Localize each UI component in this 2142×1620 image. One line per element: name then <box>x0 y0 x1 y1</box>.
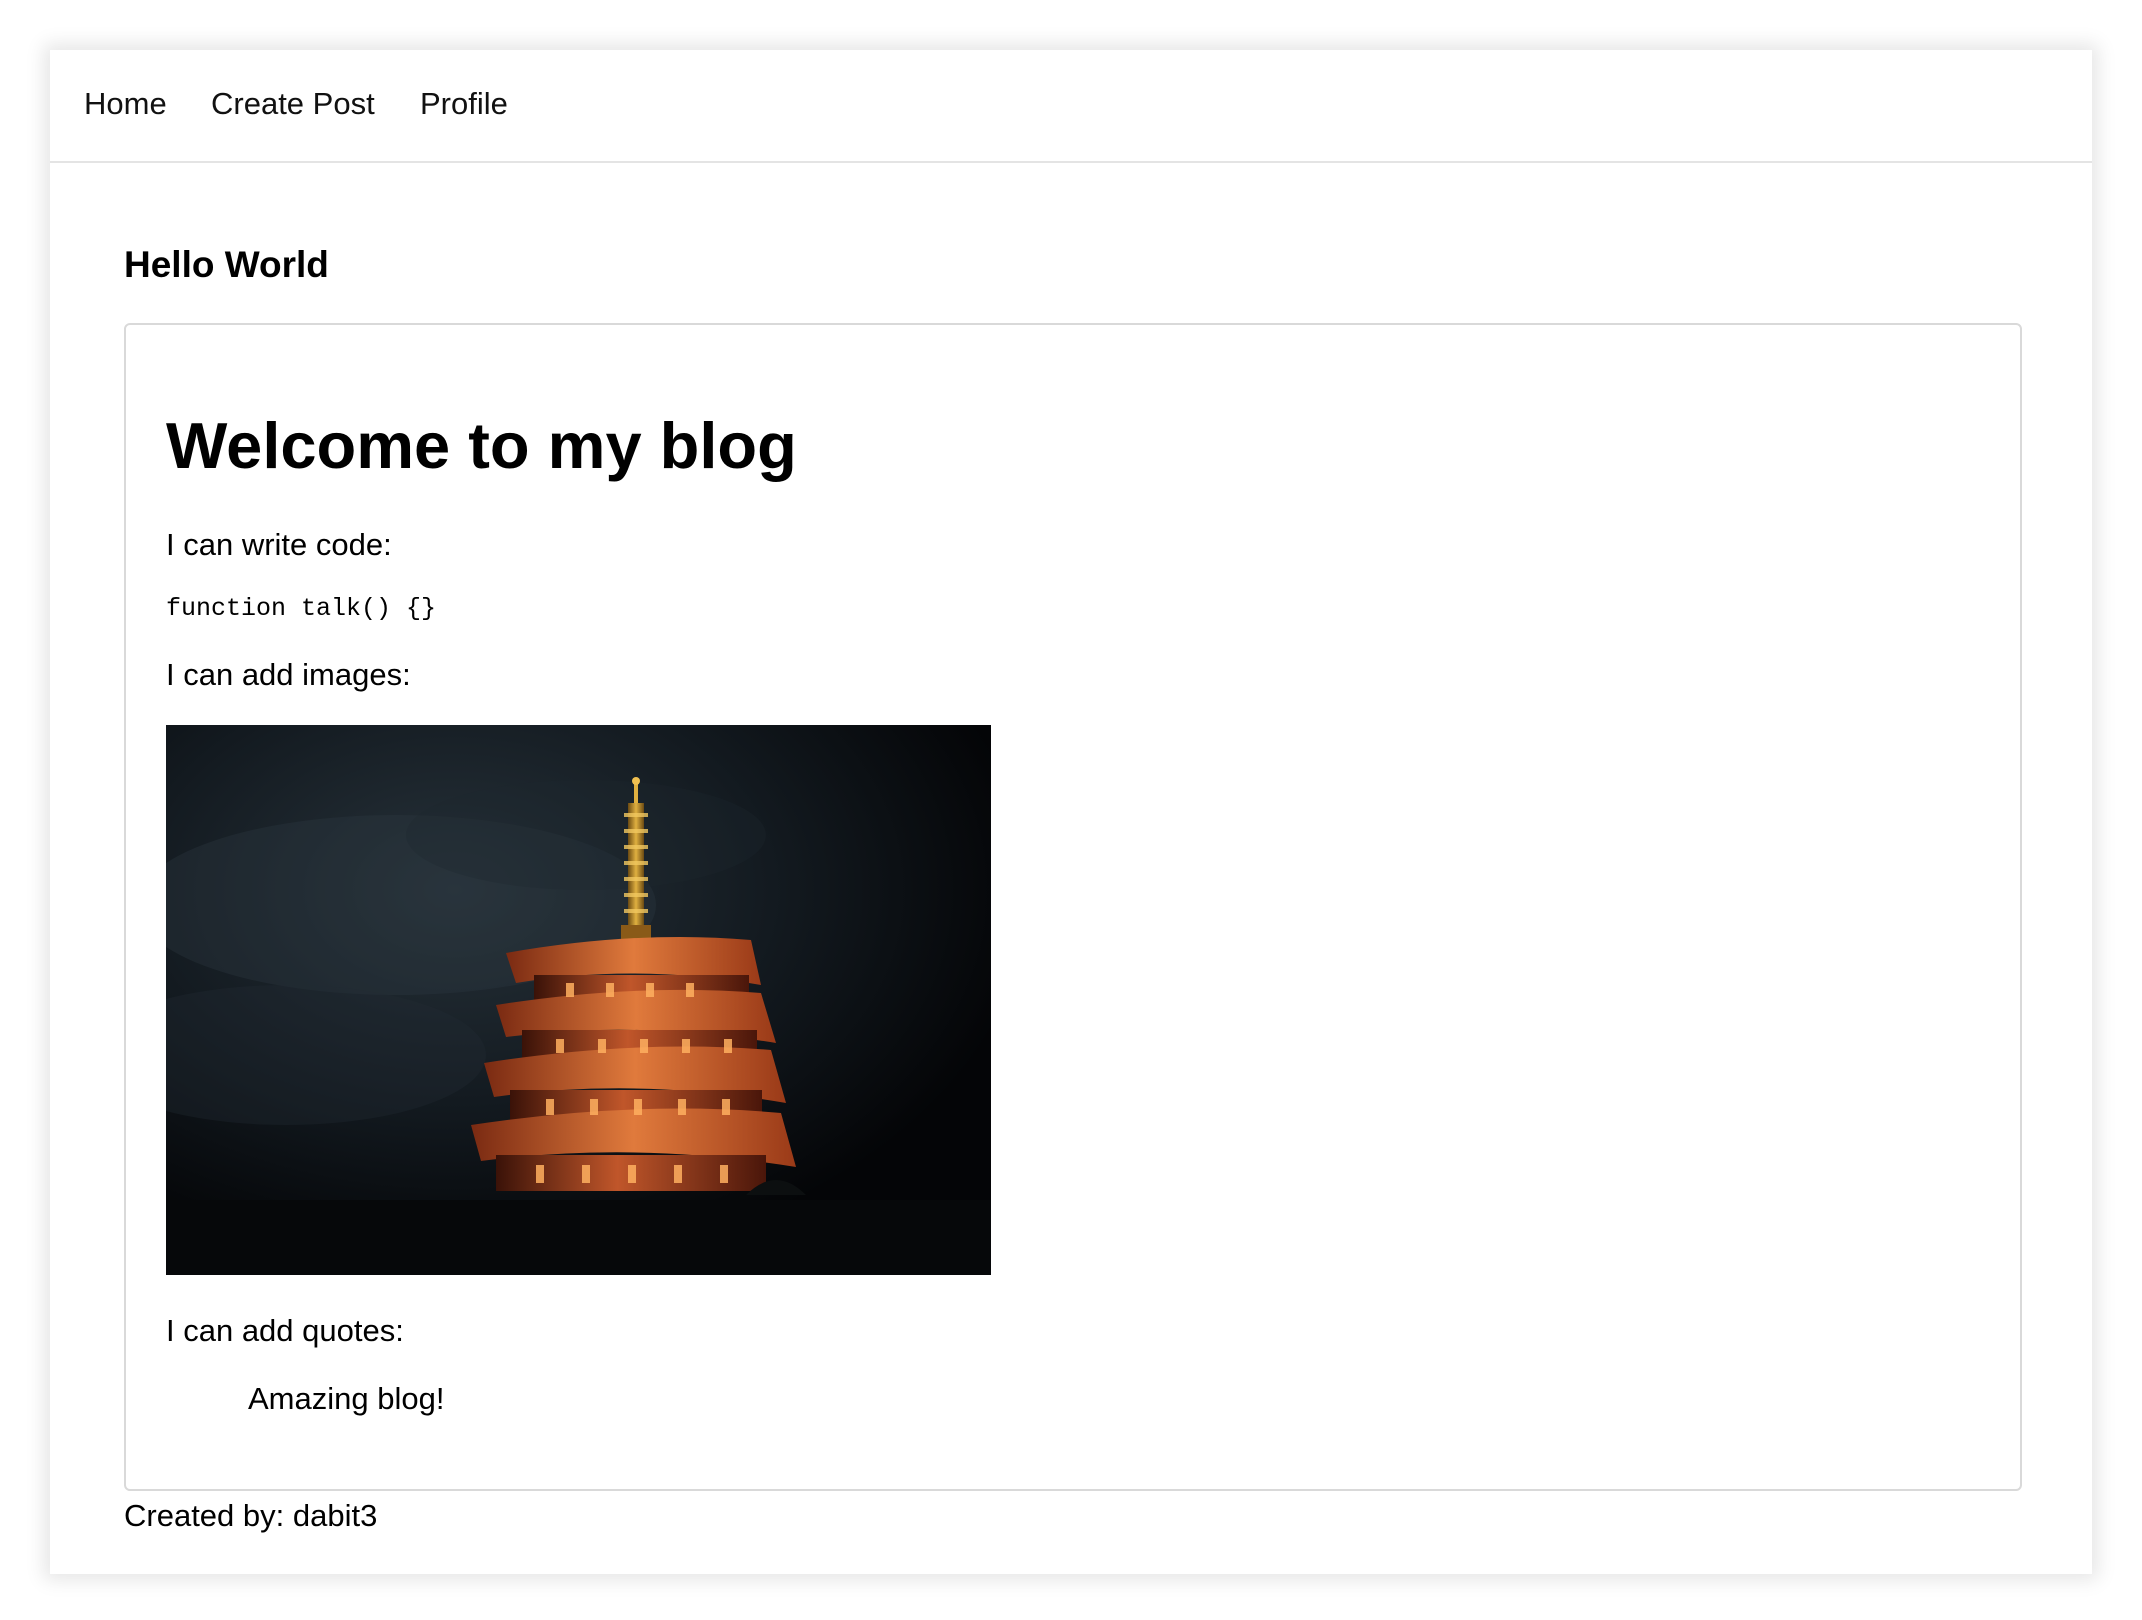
post-title: Hello World <box>124 244 329 285</box>
nav-link-profile[interactable]: Profile <box>420 84 508 124</box>
post-heading: Welcome to my blog <box>166 409 797 482</box>
app-window: Home Create Post Profile Hello World Wel… <box>50 50 2092 1574</box>
nav-link-home[interactable]: Home <box>84 84 167 124</box>
blog-quote: Amazing blog! <box>248 1381 445 1416</box>
top-navbar: Home Create Post Profile <box>50 50 2092 163</box>
post-content-card: Welcome to my blog I can write code: fun… <box>124 323 2022 1491</box>
nav-link-create-post[interactable]: Create Post <box>211 84 375 124</box>
images-intro-text: I can add images: <box>166 657 411 692</box>
quotes-intro-text: I can add quotes: <box>166 1313 404 1348</box>
author-credit: Created by: dabit3 <box>124 1498 378 1533</box>
code-intro-text: I can write code: <box>166 527 392 562</box>
pagoda-photo <box>166 725 991 1275</box>
code-snippet: function talk() {} <box>166 594 437 623</box>
